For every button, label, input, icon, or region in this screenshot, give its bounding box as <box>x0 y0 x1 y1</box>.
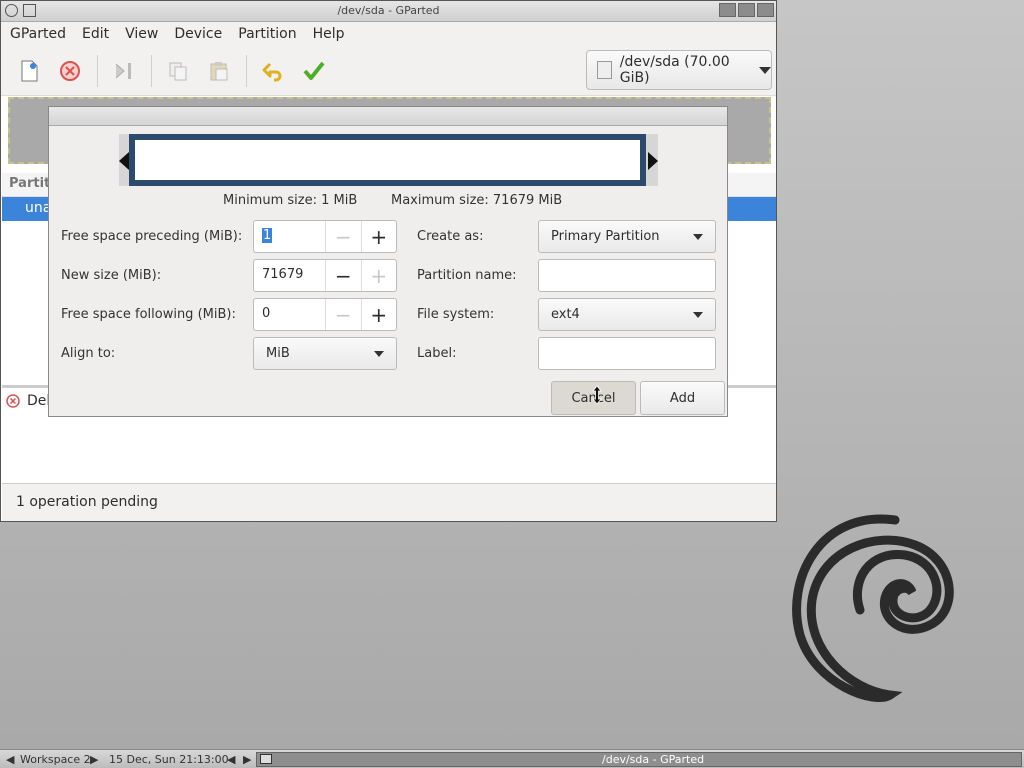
decrement-button[interactable]: − <box>325 299 360 330</box>
create-as-label: Create as: <box>417 229 484 244</box>
copy-button[interactable] <box>160 53 196 89</box>
free-space-following-spinner: 0 − + <box>253 298 397 331</box>
toolbar-separator <box>151 54 152 87</box>
menu-partition[interactable]: Partition <box>238 26 296 42</box>
device-selector[interactable]: /dev/sda (70.00 GiB) <box>586 50 772 90</box>
clock: 15 Dec, Sun 21:13:00 <box>109 753 229 766</box>
status-text: 1 operation pending <box>16 494 158 510</box>
resize-cursor-icon <box>592 385 602 405</box>
chevron-down-icon <box>759 66 771 74</box>
minimize-button[interactable] <box>719 3 736 17</box>
file-system-dropdown[interactable]: ext4 <box>538 298 716 331</box>
partition-resizer[interactable] <box>119 134 658 186</box>
free-space-following-label: Free space following (MiB): <box>61 307 236 322</box>
align-to-label: Align to: <box>61 346 116 361</box>
add-button[interactable]: Add <box>640 381 725 415</box>
partition-name-input[interactable] <box>538 259 716 292</box>
partition-name-label: Partition name: <box>417 268 517 283</box>
debian-swirl-logo <box>792 514 954 702</box>
free-space-preceding-spinner: 1 − + <box>253 220 397 253</box>
window-title: /dev/sda - GParted <box>337 4 440 17</box>
menubar: GParted Edit View Device Partition Help <box>1 22 776 46</box>
status-bar: 1 operation pending <box>2 483 776 521</box>
partition-size-bar[interactable] <box>129 134 646 186</box>
label-input[interactable] <box>538 337 716 370</box>
window-icon <box>260 754 272 764</box>
workspace-next-arrow[interactable]: ▶ <box>90 753 98 766</box>
copy-icon <box>169 62 187 80</box>
device-selector-label: /dev/sda (70.00 GiB) <box>619 54 730 86</box>
dialog-titlebar[interactable] <box>49 107 727 126</box>
chevron-down-icon <box>693 233 703 240</box>
align-to-dropdown[interactable]: MiB <box>253 337 397 370</box>
toolbar-separator <box>97 54 98 87</box>
toolbar: /dev/sda (70.00 GiB) <box>1 46 776 96</box>
paste-button[interactable] <box>201 53 237 89</box>
label-field-label: Label: <box>417 346 457 361</box>
delete-partition-button[interactable] <box>52 53 88 89</box>
pending-operation-label: Del <box>27 393 51 409</box>
new-document-icon <box>21 60 38 81</box>
chevron-down-icon <box>693 311 703 318</box>
menu-edit[interactable]: Edit <box>82 26 109 42</box>
pending-operation-row[interactable]: Del <box>6 393 50 409</box>
align-to-value: MiB <box>266 346 290 361</box>
file-system-value: ext4 <box>551 307 580 322</box>
new-size-label: New size (MiB): <box>61 268 162 283</box>
taskbar: ◀ Workspace 2 ▶ 15 Dec, Sun 21:13:00 ◀ ▶… <box>0 749 1024 768</box>
window-titlebar[interactable]: /dev/sda - GParted <box>1 1 776 22</box>
resize-left-handle[interactable] <box>119 152 129 170</box>
free-space-preceding-input[interactable]: 1 <box>254 221 325 252</box>
task-prev-arrow[interactable]: ◀ <box>227 753 235 766</box>
free-space-preceding-label: Free space preceding (MiB): <box>61 229 243 244</box>
free-space-preceding-value: 1 <box>262 228 273 243</box>
delete-icon <box>6 394 20 408</box>
decrement-button[interactable]: − <box>325 260 360 291</box>
maximize-button[interactable] <box>738 3 755 17</box>
resize-move-button[interactable] <box>106 53 142 89</box>
window-controls <box>719 3 774 17</box>
checkmark-icon <box>303 61 325 80</box>
new-size-spinner: 71679 − + <box>253 259 397 292</box>
resize-right-handle[interactable] <box>648 152 658 170</box>
new-size-input[interactable]: 71679 <box>254 260 325 291</box>
resize-move-icon <box>115 62 131 79</box>
increment-button[interactable]: + <box>360 221 396 252</box>
increment-button[interactable]: + <box>360 260 396 291</box>
new-partition-button[interactable] <box>11 53 47 89</box>
file-system-label: File system: <box>417 307 495 322</box>
delete-icon <box>60 60 80 81</box>
undo-button[interactable] <box>255 53 291 89</box>
apply-button[interactable] <box>296 53 332 89</box>
taskbar-task-gparted[interactable]: /dev/sda - GParted <box>256 752 1022 767</box>
increment-button[interactable]: + <box>360 299 396 330</box>
free-space-following-input[interactable]: 0 <box>254 299 325 330</box>
create-as-dropdown[interactable]: Primary Partition <box>538 220 716 253</box>
menu-gparted[interactable]: GParted <box>10 26 66 42</box>
menu-view[interactable]: View <box>125 26 158 42</box>
paste-icon <box>210 61 228 80</box>
maximum-size-label: Maximum size: 71679 MiB <box>391 193 563 208</box>
taskbar-task-label: /dev/sda - GParted <box>602 753 705 766</box>
close-button[interactable] <box>757 3 774 17</box>
menu-help[interactable]: Help <box>313 26 345 42</box>
create-as-value: Primary Partition <box>551 229 660 244</box>
chevron-down-icon <box>374 350 384 357</box>
toolbar-separator <box>246 54 247 87</box>
workspace-prev-arrow[interactable]: ◀ <box>6 753 14 766</box>
workspace-label[interactable]: Workspace 2 <box>20 753 91 766</box>
create-partition-dialog: Minimum size: 1 MiB Maximum size: 71679 … <box>48 106 728 417</box>
menu-device[interactable]: Device <box>174 26 222 42</box>
disk-icon <box>597 61 612 79</box>
minimum-size-label: Minimum size: 1 MiB <box>223 193 358 208</box>
decrement-button[interactable]: − <box>325 221 360 252</box>
undo-icon <box>262 62 282 81</box>
task-next-arrow[interactable]: ▶ <box>243 753 251 766</box>
